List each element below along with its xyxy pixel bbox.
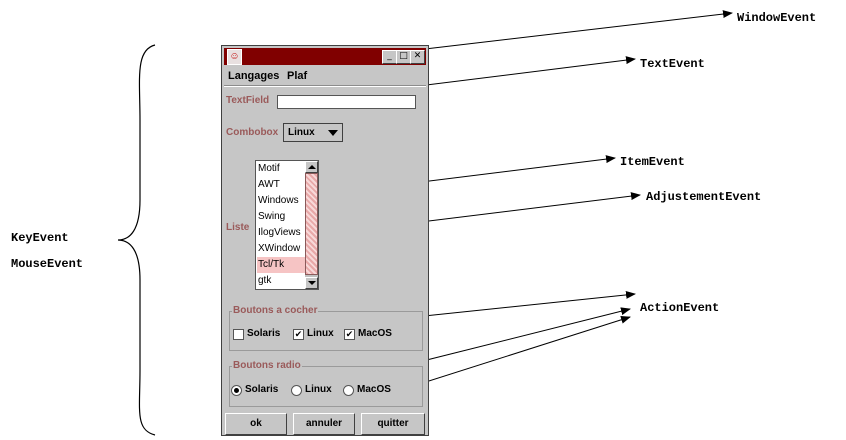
text-field-input[interactable]: [277, 95, 416, 109]
scroll-thumb[interactable]: [305, 173, 318, 275]
annuler-button[interactable]: annuler: [293, 413, 355, 435]
radio-solaris[interactable]: [231, 385, 242, 396]
menu-separator: [224, 85, 426, 87]
ok-button[interactable]: ok: [225, 413, 287, 435]
window-event-arrow: [424, 10, 733, 50]
demo-window: ☺ _ □ ✕ Langages Plaf TextField Combobox…: [221, 45, 429, 436]
list-item[interactable]: Motif: [257, 161, 306, 177]
radio-macos-label: MacOS: [357, 384, 391, 395]
menu-langages[interactable]: Langages: [228, 70, 279, 82]
menu-bar: Langages Plaf: [224, 67, 426, 84]
quitter-button[interactable]: quitter: [361, 413, 425, 435]
checkbox-linux[interactable]: ✔: [293, 329, 304, 340]
duke-app-icon[interactable]: ☺: [227, 49, 242, 65]
maximize-icon[interactable]: □: [396, 50, 411, 64]
checkbox-solaris[interactable]: [233, 329, 244, 340]
toolkit-list[interactable]: Motif AWT Windows Swing IlogViews XWindo…: [255, 160, 319, 290]
list-item[interactable]: Windows: [257, 193, 306, 209]
combobox-value: Linux: [288, 127, 315, 138]
list-item[interactable]: XWindow: [257, 241, 306, 257]
list-scrollbar[interactable]: [305, 161, 318, 289]
chevron-down-icon[interactable]: [328, 130, 338, 136]
os-combobox[interactable]: Linux: [283, 123, 343, 142]
radio-macos[interactable]: [343, 385, 354, 396]
menu-plaf[interactable]: Plaf: [287, 70, 307, 82]
list-item-selected[interactable]: Tcl/Tk: [257, 257, 306, 273]
list-label: Liste: [226, 222, 250, 233]
radio-solaris-label: Solaris: [245, 384, 279, 395]
scroll-up-icon[interactable]: [305, 161, 318, 173]
textfield-label: TextField: [226, 95, 270, 106]
close-icon[interactable]: ✕: [410, 50, 425, 64]
checkbox-solaris-label: Solaris: [247, 328, 281, 339]
checkbox-group-title: Boutons a cocher: [232, 305, 319, 316]
combobox-label: Combobox: [226, 127, 279, 138]
checkbox-macos-label: MacOS: [358, 328, 392, 339]
scroll-down-icon[interactable]: [305, 277, 318, 289]
radio-linux[interactable]: [291, 385, 302, 396]
checkbox-macos[interactable]: ✔: [344, 329, 355, 340]
list-item[interactable]: AWT: [257, 177, 306, 193]
radio-group-title: Boutons radio: [232, 360, 302, 371]
list-item[interactable]: Swing: [257, 209, 306, 225]
list-item[interactable]: IlogViews: [257, 225, 306, 241]
list-item[interactable]: gtk: [257, 273, 306, 289]
title-bar[interactable]: ☺ _ □ ✕: [224, 48, 426, 65]
radio-linux-label: Linux: [305, 384, 332, 395]
minimize-icon[interactable]: _: [382, 50, 397, 64]
checkbox-linux-label: Linux: [307, 328, 334, 339]
